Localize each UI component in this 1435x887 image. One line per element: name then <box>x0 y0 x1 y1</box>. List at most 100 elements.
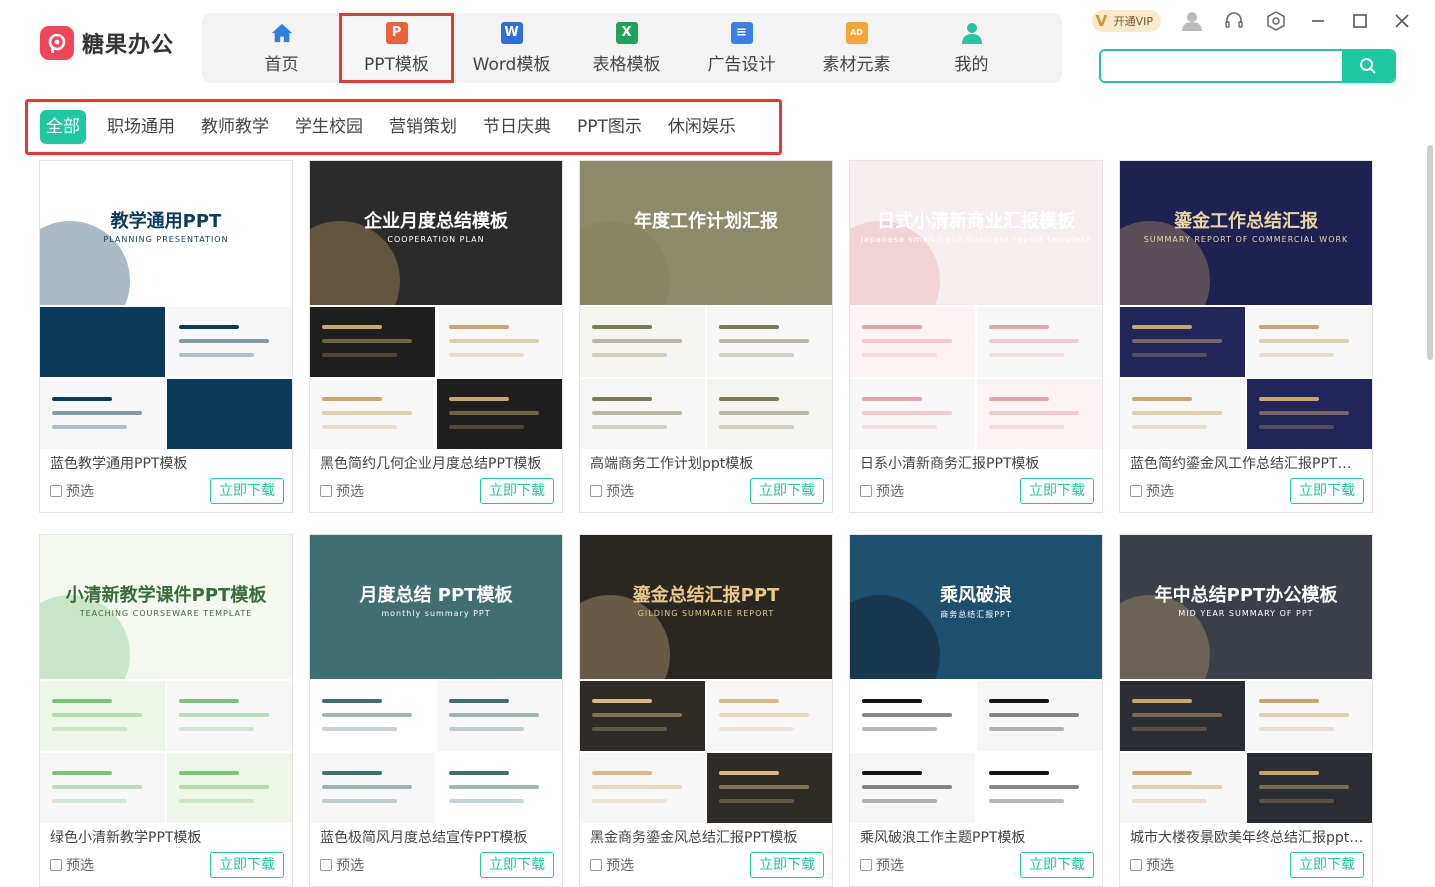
slide-line <box>719 353 794 357</box>
cover-title: 月度总结 PPT模板 <box>359 585 513 606</box>
download-button[interactable]: 立即下载 <box>1020 478 1094 504</box>
slide-line <box>322 411 412 415</box>
download-button[interactable]: 立即下载 <box>480 852 554 878</box>
category-6[interactable]: PPT图示 <box>564 110 655 144</box>
template-title[interactable]: 城市大楼夜景欧美年终总结汇报ppt模板 <box>1130 827 1364 847</box>
preview-checkbox[interactable]: 预选 <box>1130 855 1174 875</box>
settings-icon[interactable] <box>1265 10 1287 32</box>
slide-preview <box>1120 379 1245 449</box>
nav-tab-label: PPT模板 <box>364 54 429 75</box>
nav-tab-2[interactable]: W Word模板 <box>454 13 569 83</box>
download-button[interactable]: 立即下载 <box>210 478 284 504</box>
slide-line <box>179 799 254 803</box>
nav-tab-6[interactable]: 我的 <box>914 13 1029 83</box>
template-title[interactable]: 日系小清新商务汇报PPT模板 <box>860 453 1094 473</box>
category-0[interactable]: 全部 <box>40 110 86 144</box>
slide-line <box>989 339 1079 343</box>
nav-tab-5[interactable]: AD 素材元素 <box>799 13 914 83</box>
template-thumbnail[interactable]: 乘风破浪 商务总结汇报PPT <box>850 535 1102 823</box>
nav-tab-4[interactable]: ≡ 广告设计 <box>684 13 799 83</box>
slide-preview <box>437 681 562 751</box>
download-button[interactable]: 立即下载 <box>750 478 824 504</box>
cover-subtitle: PLANNING PRESENTATION <box>103 235 229 244</box>
nav-tab-1[interactable]: P PPT模板 <box>339 13 454 83</box>
preview-checkbox[interactable]: 预选 <box>860 481 904 501</box>
slide-line <box>719 325 779 329</box>
download-button[interactable]: 立即下载 <box>1290 478 1364 504</box>
template-thumbnail[interactable]: 日式小清新商业汇报模板 Japanese small fresh business… <box>850 161 1102 449</box>
download-button[interactable]: 立即下载 <box>750 852 824 878</box>
search-button[interactable] <box>1342 51 1394 81</box>
template-thumbnail[interactable]: 年中总结PPT办公模板 MID YEAR SUMMARY OF PPT <box>1120 535 1372 823</box>
category-1[interactable]: 职场通用 <box>94 110 188 144</box>
cover-subtitle: SUMMARY REPORT OF COMMERCIAL WORK <box>1143 235 1349 244</box>
preview-checkbox[interactable]: 预选 <box>1130 481 1174 501</box>
template-title[interactable]: 黑色简约几何企业月度总结PPT模板 <box>320 453 554 473</box>
template-cover: 企业月度总结模板 COOPERATION PLAN <box>310 161 562 305</box>
search-input[interactable] <box>1101 51 1342 81</box>
template-title[interactable]: 乘风破浪工作主题PPT模板 <box>860 827 1094 847</box>
app-logo[interactable]: 糖果办公 <box>40 26 174 60</box>
slide-preview <box>40 681 165 751</box>
download-button[interactable]: 立即下载 <box>1290 852 1364 878</box>
preview-checkbox[interactable]: 预选 <box>50 481 94 501</box>
close-icon[interactable] <box>1391 10 1413 32</box>
category-2[interactable]: 教师教学 <box>188 110 282 144</box>
category-4[interactable]: 营销策划 <box>376 110 470 144</box>
maximize-icon[interactable] <box>1349 10 1371 32</box>
avatar-icon[interactable] <box>1181 10 1203 32</box>
preview-checkbox[interactable]: 预选 <box>50 855 94 875</box>
slide-line <box>1132 411 1222 415</box>
scrollbar[interactable] <box>1427 145 1433 360</box>
nav-tab-3[interactable]: X 表格模板 <box>569 13 684 83</box>
slide-preview <box>580 307 705 377</box>
slide-line <box>989 727 1064 731</box>
template-thumbnail[interactable]: 鎏金工作总结汇报 SUMMARY REPORT OF COMMERCIAL WOR… <box>1120 161 1372 449</box>
download-button[interactable]: 立即下载 <box>1020 852 1094 878</box>
template-thumbnail[interactable]: 企业月度总结模板 COOPERATION PLAN <box>310 161 562 449</box>
template-title[interactable]: 蓝色简约鎏金风工作总结汇报PPT模板 <box>1130 453 1364 473</box>
category-7[interactable]: 休闲娱乐 <box>655 110 749 144</box>
material-icon: AD <box>845 21 868 44</box>
minimize-icon[interactable] <box>1307 10 1329 32</box>
preview-checkbox[interactable]: 预选 <box>590 481 634 501</box>
slide-line <box>592 397 652 401</box>
download-button[interactable]: 立即下载 <box>480 478 554 504</box>
template-title[interactable]: 蓝色极简风月度总结宣传PPT模板 <box>320 827 554 847</box>
template-title[interactable]: 蓝色教学通用PPT模板 <box>50 453 284 473</box>
template-title[interactable]: 绿色小清新教学PPT模板 <box>50 827 284 847</box>
vip-button[interactable]: V 开通VIP <box>1091 10 1161 32</box>
slide-preview <box>580 681 705 751</box>
category-5[interactable]: 节日庆典 <box>470 110 564 144</box>
preview-checkbox[interactable]: 预选 <box>590 855 634 875</box>
template-thumbnail[interactable]: 年度工作计划汇报 <box>580 161 832 449</box>
slide-line <box>862 325 922 329</box>
checkbox-icon <box>320 859 332 871</box>
slide-preview <box>310 681 435 751</box>
preview-checkbox[interactable]: 预选 <box>320 481 364 501</box>
slide-preview <box>580 753 705 823</box>
slide-line <box>1132 799 1207 803</box>
slide-line <box>1259 771 1319 775</box>
slide-preview <box>437 379 562 449</box>
slide-line <box>592 713 682 717</box>
slide-line <box>322 727 397 731</box>
slide-preview <box>1120 307 1245 377</box>
preview-checkbox[interactable]: 预选 <box>320 855 364 875</box>
headset-icon[interactable] <box>1223 10 1245 32</box>
slide-line <box>322 397 382 401</box>
nav-tab-0[interactable]: 首页 <box>224 13 339 83</box>
template-title[interactable]: 黑金商务鎏金风总结汇报PPT模板 <box>590 827 824 847</box>
preview-checkbox[interactable]: 预选 <box>860 855 904 875</box>
download-button[interactable]: 立即下载 <box>210 852 284 878</box>
template-card: 月度总结 PPT模板 monthly summary PPT 蓝色极简风月度总结宣传… <box>309 534 563 887</box>
template-thumbnail[interactable]: 小清新教学课件PPT模板 TEACHING COURSEWARE TEMPLATE <box>40 535 292 823</box>
template-thumbnail[interactable]: 鎏金总结汇报PPT GILDING SUMMARIE REPORT <box>580 535 832 823</box>
template-title[interactable]: 高端商务工作计划ppt模板 <box>590 453 824 473</box>
template-card: 企业月度总结模板 COOPERATION PLAN 黑色简约几何企业月度总结PPT模… <box>309 160 563 513</box>
slide-preview <box>850 681 975 751</box>
category-3[interactable]: 学生校园 <box>282 110 376 144</box>
template-thumbnail[interactable]: 教学通用PPT PLANNING PRESENTATION <box>40 161 292 449</box>
cover-decoration <box>850 221 940 305</box>
template-thumbnail[interactable]: 月度总结 PPT模板 monthly summary PPT <box>310 535 562 823</box>
